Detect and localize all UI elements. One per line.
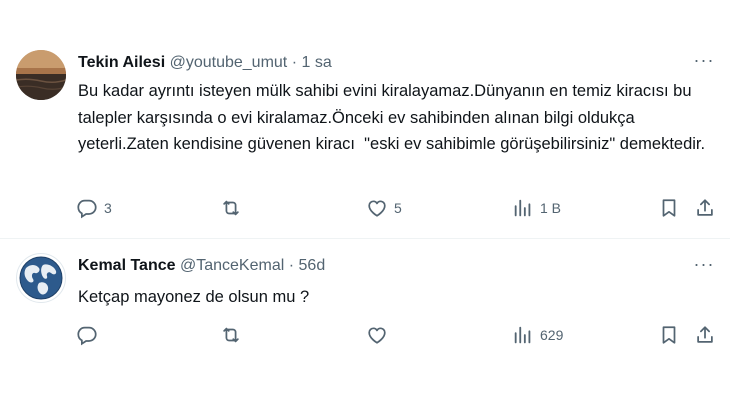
more-dots-icon[interactable]: ··· bbox=[692, 51, 716, 75]
share-icon bbox=[694, 197, 716, 219]
tweet-text: Bu kadar ayrıntı isteyen mülk sahibi evi… bbox=[78, 82, 706, 153]
author-handle[interactable]: @TanceKemal bbox=[180, 257, 284, 274]
bookmark-button[interactable] bbox=[658, 196, 680, 220]
separator: · bbox=[288, 257, 295, 274]
like-button[interactable] bbox=[366, 323, 394, 347]
share-button[interactable] bbox=[694, 323, 716, 347]
views-button[interactable]: 629 bbox=[512, 323, 563, 347]
bookmark-button[interactable] bbox=[658, 323, 680, 347]
share-button[interactable] bbox=[694, 196, 716, 220]
views-button[interactable]: 1 B bbox=[512, 196, 561, 220]
avatar[interactable] bbox=[16, 50, 66, 100]
retweet-icon bbox=[220, 197, 242, 219]
reply-icon bbox=[76, 197, 98, 219]
bookmark-icon bbox=[658, 324, 680, 346]
like-count: 5 bbox=[394, 200, 402, 216]
retweet-button[interactable] bbox=[220, 196, 248, 220]
reply-button[interactable] bbox=[76, 323, 104, 347]
sunset-photo-avatar bbox=[16, 50, 66, 100]
retweet-button[interactable] bbox=[220, 323, 248, 347]
views-chart-icon bbox=[512, 197, 534, 219]
author-name[interactable]: Kemal Tance bbox=[78, 257, 176, 274]
bookmark-icon bbox=[658, 197, 680, 219]
tweet[interactable]: Tekin Ailesi @youtube_umut · 1 sa ··· Bu… bbox=[0, 0, 730, 239]
timestamp[interactable]: 56d bbox=[299, 257, 326, 274]
globe-icon bbox=[19, 256, 63, 300]
reply-button[interactable]: 3 bbox=[76, 196, 112, 220]
tweet-header: Kemal Tance @TanceKemal · 56d bbox=[78, 256, 325, 276]
retweet-icon bbox=[220, 324, 242, 346]
avatar[interactable] bbox=[16, 253, 66, 303]
view-count: 1 B bbox=[540, 200, 562, 216]
tweet[interactable]: Kemal Tance @TanceKemal · 56d ··· Ketçap… bbox=[0, 239, 730, 420]
tweet-text: Ketçap mayonez de olsun mu ? bbox=[78, 288, 310, 306]
timestamp[interactable]: 1 sa bbox=[301, 54, 331, 71]
action-bar: 629 bbox=[76, 323, 720, 347]
like-button[interactable]: 5 bbox=[366, 196, 402, 220]
author-handle[interactable]: @youtube_umut bbox=[170, 54, 288, 71]
heart-icon bbox=[366, 324, 388, 346]
author-name[interactable]: Tekin Ailesi bbox=[78, 54, 165, 71]
action-bar: 3 5 1 B bbox=[76, 196, 720, 220]
reply-icon bbox=[76, 324, 98, 346]
separator: · bbox=[291, 54, 298, 71]
view-count: 629 bbox=[540, 327, 564, 343]
share-icon bbox=[694, 324, 716, 346]
views-chart-icon bbox=[512, 324, 534, 346]
heart-icon bbox=[366, 197, 388, 219]
reply-count: 3 bbox=[104, 200, 112, 216]
tweet-header: Tekin Ailesi @youtube_umut · 1 sa bbox=[78, 53, 332, 73]
more-dots-icon[interactable]: ··· bbox=[692, 255, 716, 279]
